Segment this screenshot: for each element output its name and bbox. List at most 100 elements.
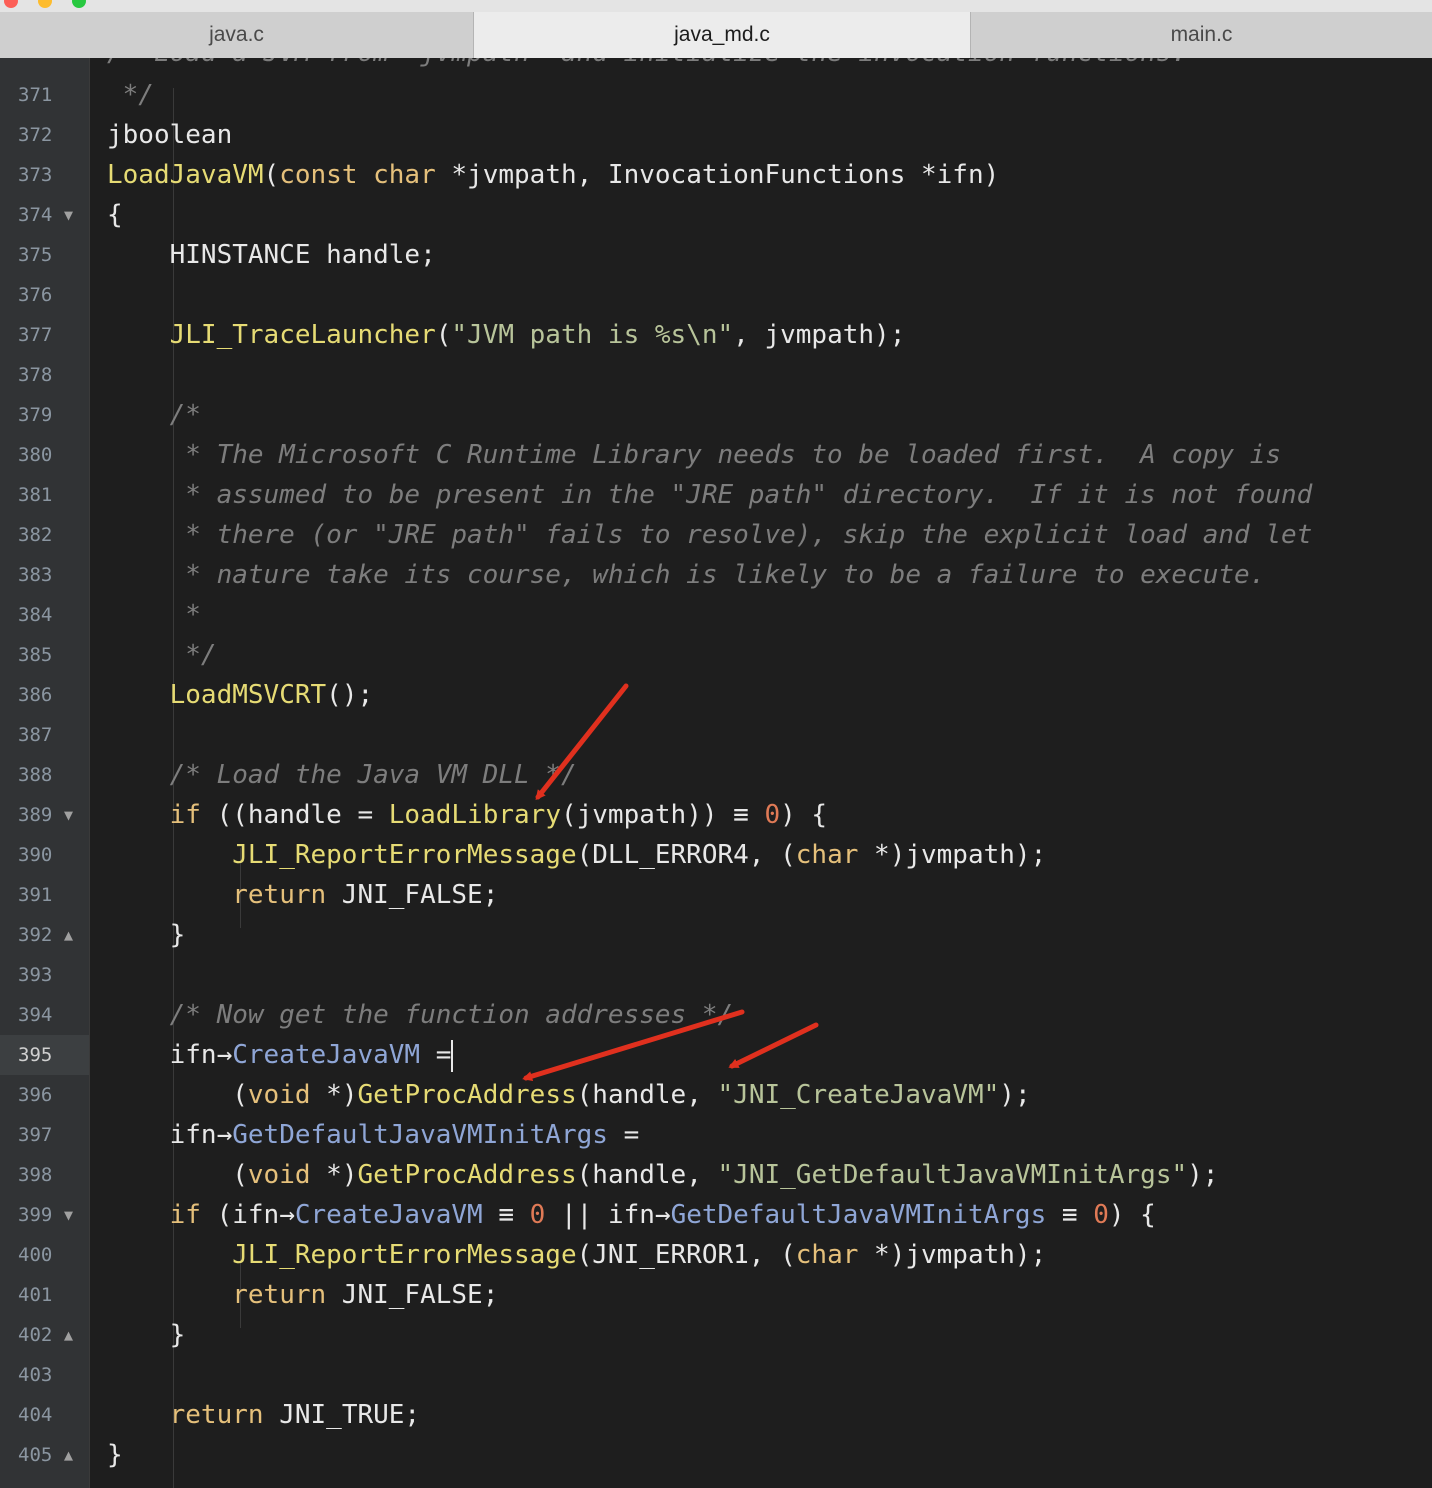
gutter-line: 386 (0, 675, 89, 715)
code-line: if ((handle = LoadLibrary(jvmpath)) ≡ 0)… (107, 795, 827, 835)
line-number: 381 (18, 484, 53, 506)
code-line: (void *)GetProcAddress(handle, "JNI_GetD… (107, 1155, 1218, 1195)
code-line: /* Now get the function addresses */ (107, 995, 734, 1035)
close-window-button[interactable] (4, 0, 18, 8)
code-token: CreateJavaVM (294, 1200, 483, 1230)
code-token: /* Now get the function addresses */ (107, 1000, 734, 1030)
gutter-line: 378 (0, 355, 89, 395)
code-line: * nature take its course, which is likel… (107, 555, 1265, 595)
gutter-line: 405 ▲ (0, 1435, 89, 1475)
code-token: * The Microsoft C Runtime Library needs … (107, 440, 1281, 470)
fold-end-icon[interactable]: ▲ (64, 1435, 73, 1475)
zoom-window-button[interactable] (72, 0, 86, 8)
code-token: = (420, 1040, 452, 1070)
code-token: *)jvmpath); (858, 1240, 1047, 1270)
fold-collapse-icon[interactable]: ▼ (64, 195, 73, 235)
line-number: 389 (18, 804, 53, 826)
code-token: (handle, (576, 1160, 718, 1190)
line-number: 375 (18, 244, 53, 266)
fold-collapse-icon[interactable]: ▼ (64, 1195, 73, 1235)
text-caret (451, 1039, 454, 1072)
code-token: (JNI_ERROR1, ( (576, 1240, 796, 1270)
code-token: "JVM path is %s\n" (451, 320, 734, 350)
fold-collapse-icon[interactable]: ▼ (64, 795, 73, 835)
line-number: 396 (18, 1084, 53, 1106)
code-token: ( (107, 1160, 248, 1190)
line-number: 404 (18, 1404, 53, 1426)
code-token: ); (999, 1080, 1031, 1110)
code-line: * The Microsoft C Runtime Library needs … (107, 435, 1281, 475)
code-token: LoadJavaVM (107, 160, 264, 190)
code-area[interactable]: /* Load a JVM from "jvmpath" and initial… (90, 58, 1432, 1488)
gutter-line: 394 (0, 995, 89, 1035)
code-line: return JNI_TRUE; (107, 1395, 420, 1435)
code-token: JLI_TraceLauncher (169, 320, 436, 350)
title-bar (0, 0, 1432, 12)
code-token: ); (1187, 1160, 1219, 1190)
line-number: 374 (18, 204, 53, 226)
code-token: (handle, (576, 1080, 718, 1110)
code-line: LoadMSVCRT(); (107, 675, 374, 715)
gutter-line: 379 (0, 395, 89, 435)
gutter-line: 401 (0, 1275, 89, 1315)
code-token: */ (107, 640, 217, 670)
line-number: 388 (18, 764, 53, 786)
fold-end-icon[interactable]: ▲ (64, 915, 73, 955)
code-line: jboolean (107, 115, 232, 155)
line-number: 390 (18, 844, 53, 866)
minimize-window-button[interactable] (38, 0, 52, 8)
code-line: (void *)GetProcAddress(handle, "JNI_Crea… (107, 1075, 1031, 1115)
line-number: 386 (18, 684, 53, 706)
code-token: JNI_FALSE; (326, 1280, 499, 1310)
code-token: "JNI_GetDefaultJavaVMInitArgs" (717, 1160, 1188, 1190)
code-token: ( (435, 320, 452, 350)
gutter-line: 390 (0, 835, 89, 875)
gutter-line: 371 (0, 75, 89, 115)
code-line: JLI_TraceLauncher("JVM path is %s\n", jv… (107, 315, 906, 355)
gutter-line: 380 (0, 435, 89, 475)
code-token: JLI_ReportErrorMessage (232, 840, 577, 870)
gutter-line: 383 (0, 555, 89, 595)
code-token: *)jvmpath); (858, 840, 1047, 870)
code-token: "JNI_CreateJavaVM" (717, 1080, 1000, 1110)
gutter-line: 402 ▲ (0, 1315, 89, 1355)
gutter-line: 392 ▲ (0, 915, 89, 955)
code-token: * assumed to be present in the "JRE path… (107, 480, 1313, 510)
code-token: if (169, 800, 201, 830)
code-token: LoadMSVCRT (169, 680, 327, 710)
code-line: */ (107, 75, 154, 115)
line-number: 401 (18, 1284, 53, 1306)
code-token: JLI_ReportErrorMessage (232, 1240, 577, 1270)
code-editor[interactable]: 371 372 373 374 ▼ 375 376 377 378 379 380 381 382 383… (0, 58, 1432, 1488)
code-token: ) { (780, 800, 828, 830)
gutter-line: 389 ▼ (0, 795, 89, 835)
gutter-line: 391 (0, 875, 89, 915)
gutter-line: 388 (0, 755, 89, 795)
gutter-line: 374 ▼ (0, 195, 89, 235)
fold-end-icon[interactable]: ▲ (64, 1315, 73, 1355)
code-line: } (107, 1315, 186, 1355)
tab-java-md-c[interactable]: java_md.c (474, 12, 971, 58)
code-token: ( (263, 160, 280, 190)
code-token: *jvmpath, InvocationFunctions *ifn) (435, 160, 1000, 190)
line-number: 391 (18, 884, 53, 906)
gutter-line: 400 (0, 1235, 89, 1275)
code-token: void (247, 1080, 311, 1110)
code-token: *) (310, 1160, 358, 1190)
code-line: JLI_ReportErrorMessage(DLL_ERROR4, (char… (107, 835, 1046, 875)
tab-main-c[interactable]: main.c (971, 12, 1432, 58)
code-token: ≡ (1046, 1200, 1094, 1230)
tab-java-c[interactable]: java.c (0, 12, 474, 58)
code-token: = (607, 1120, 640, 1150)
line-number: 387 (18, 724, 53, 746)
line-number-gutter: 371 372 373 374 ▼ 375 376 377 378 379 380 381 382 383… (0, 58, 90, 1488)
gutter-line: 372 (0, 115, 89, 155)
gutter-line: 377 (0, 315, 89, 355)
code-line: } (107, 1435, 123, 1475)
code-line: /* Load the Java VM DLL */ (107, 755, 577, 795)
